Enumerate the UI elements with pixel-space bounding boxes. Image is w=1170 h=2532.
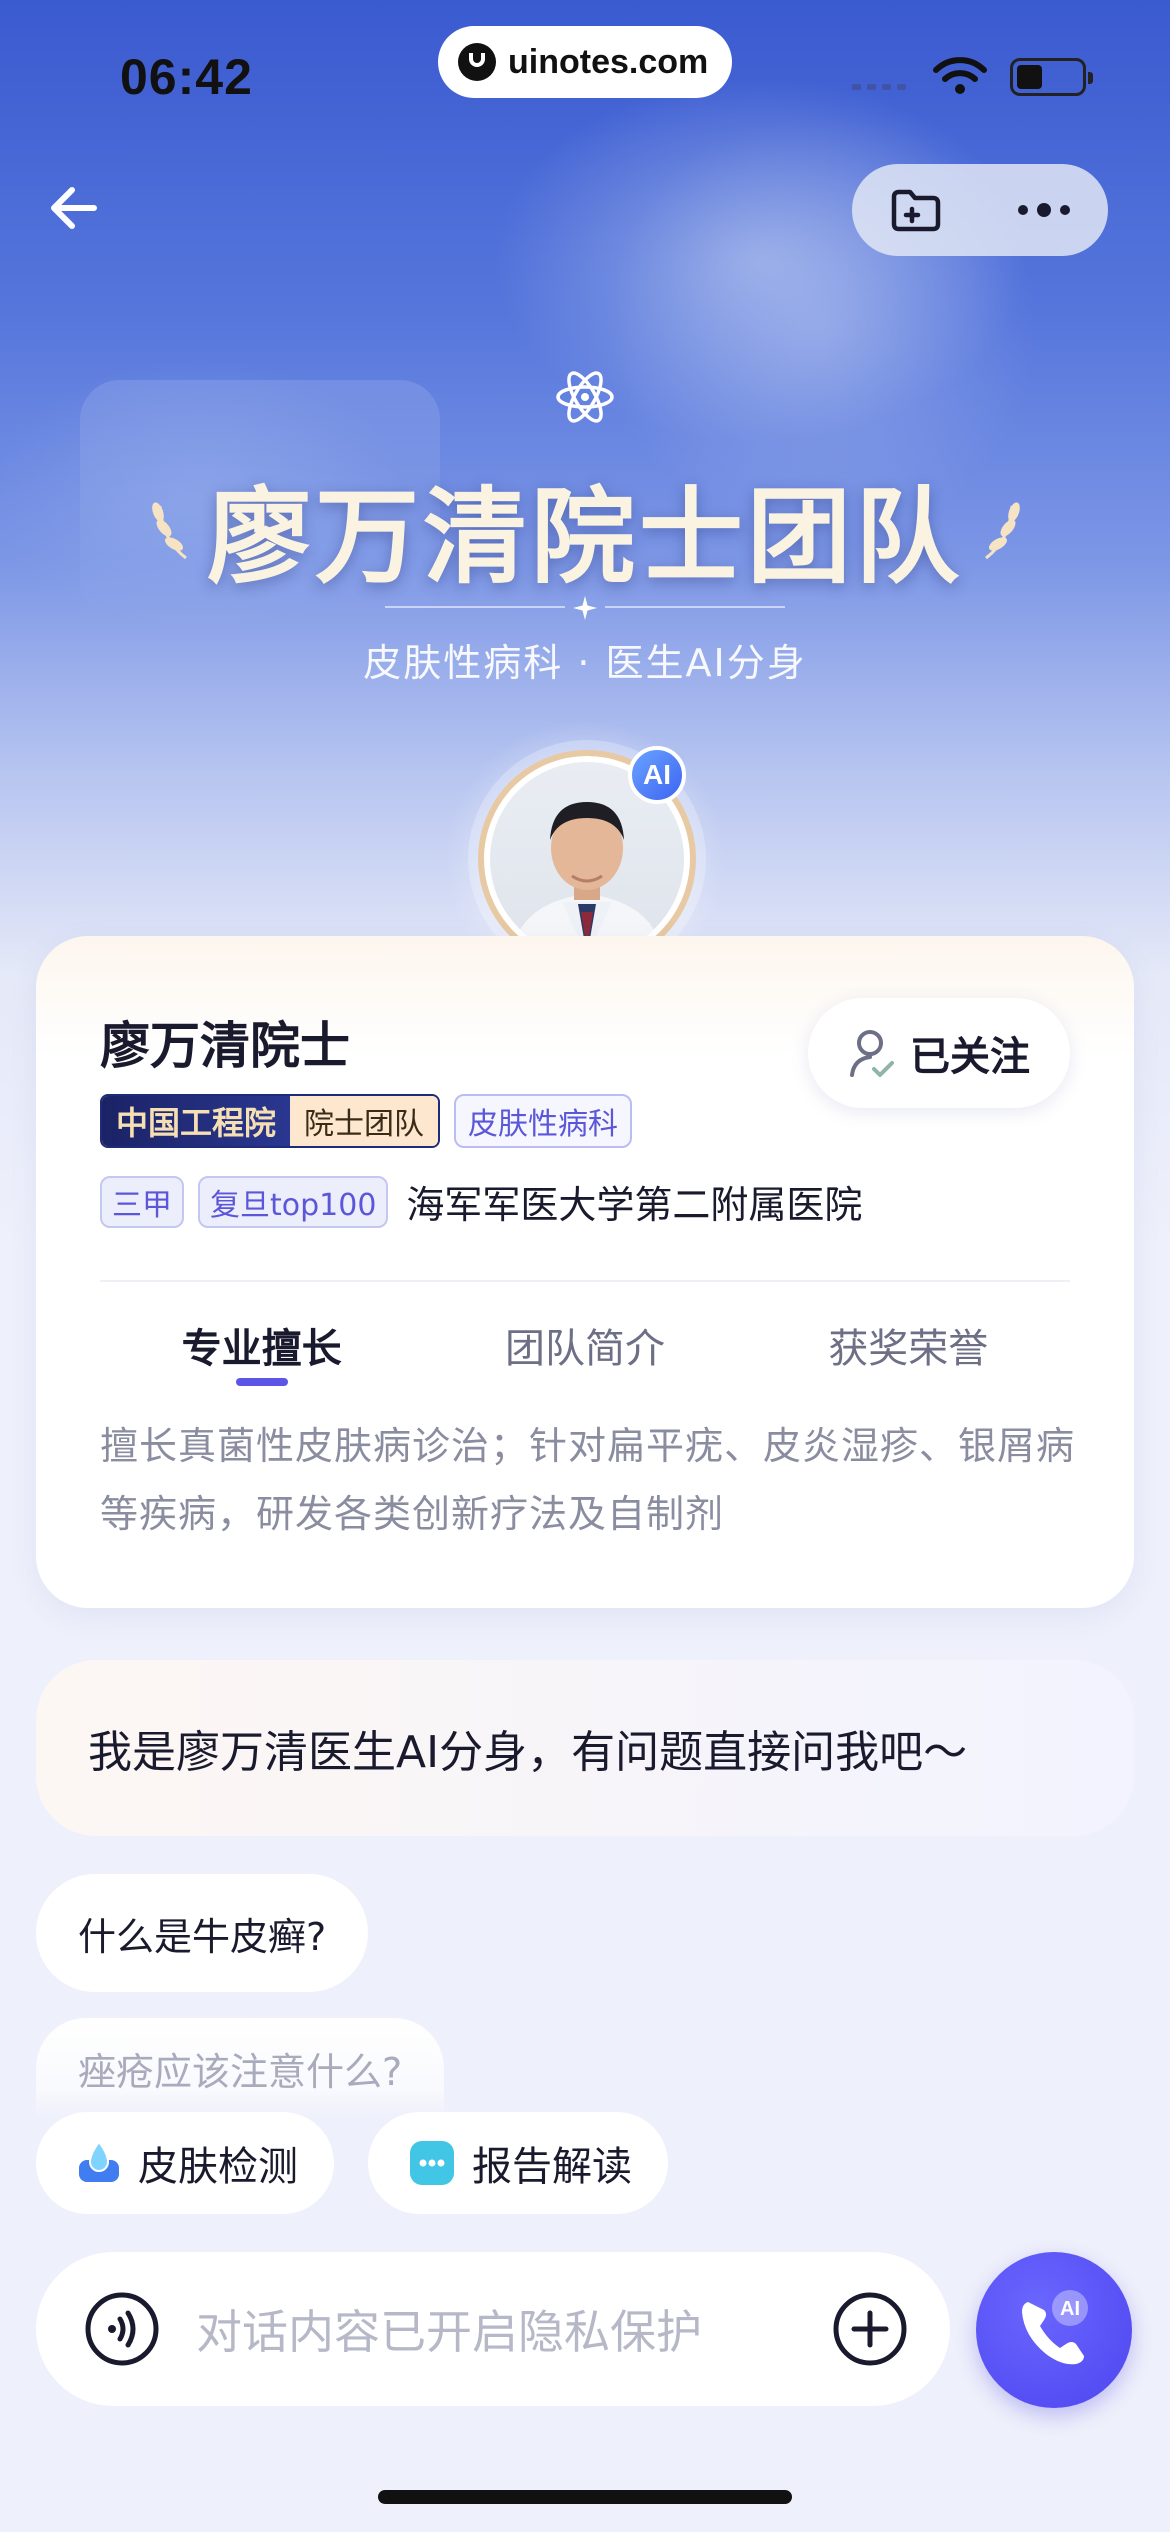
tab-team-intro[interactable]: 团队简介 bbox=[423, 1316, 746, 1406]
call-ai-badge: AI bbox=[1060, 2298, 1080, 2320]
laurel-right-icon bbox=[985, 502, 1020, 560]
ai-badge: AI bbox=[628, 746, 686, 804]
tab-awards[interactable]: 获奖荣誉 bbox=[747, 1316, 1070, 1406]
cellular-signal-icon bbox=[852, 84, 906, 90]
academy-tag: 中国工程院 院士团队 bbox=[100, 1094, 441, 1148]
hero-divider-right bbox=[605, 606, 785, 608]
back-arrow-icon[interactable] bbox=[44, 178, 104, 238]
greeting-text: 我是廖万清医生AI分身，有问题直接问我吧～ bbox=[88, 1727, 968, 1778]
attach-button[interactable] bbox=[830, 2289, 910, 2369]
tab-expertise-label: 专业擅长 bbox=[181, 1326, 342, 1372]
plus-circle-icon bbox=[833, 2292, 907, 2366]
report-chat-icon bbox=[410, 2141, 454, 2185]
ai-call-button[interactable]: AI bbox=[976, 2252, 1132, 2408]
url-pill[interactable]: uinotes.com bbox=[438, 26, 732, 98]
card-divider bbox=[100, 1280, 1070, 1282]
share-folder-button[interactable] bbox=[852, 164, 980, 256]
expertise-description: 擅长真菌性皮肤病诊治；针对扁平疣、皮炎湿疹、银屑病等疾病，研发各类创新疗法及自制… bbox=[100, 1424, 1076, 1536]
voice-wave-icon bbox=[85, 2292, 159, 2366]
status-time: 06:42 bbox=[120, 49, 253, 105]
chat-input-placeholder[interactable]: 对话内容已开启隐私保护 bbox=[196, 2296, 830, 2362]
more-options-button[interactable] bbox=[980, 164, 1108, 256]
hospital-rank-tag: 复旦top100 bbox=[198, 1175, 389, 1228]
more-dots-icon bbox=[1018, 203, 1070, 217]
doctor-profile-card: 廖万清院士 已关注 中国工程院 院士团队 皮肤性病科 三甲 复旦top100 海… bbox=[36, 936, 1134, 1608]
sparkle-icon bbox=[573, 596, 597, 620]
hospital-row: 三甲 复旦top100 海军军医大学第二附属医院 bbox=[100, 1174, 862, 1229]
credential-tags: 中国工程院 院士团队 皮肤性病科 bbox=[100, 1094, 633, 1148]
active-tab-indicator bbox=[235, 1378, 288, 1386]
url-text: uinotes.com bbox=[508, 42, 709, 81]
water-drop-icon bbox=[79, 2140, 119, 2182]
tab-team-intro-label: 团队简介 bbox=[504, 1326, 665, 1372]
skin-check-label: 皮肤检测 bbox=[138, 2144, 298, 2190]
home-indicator bbox=[378, 2490, 792, 2504]
report-reading-label: 报告解读 bbox=[472, 2144, 632, 2190]
academy-tag-label: 中国工程院 bbox=[102, 1096, 291, 1146]
tab-awards-label: 获奖荣誉 bbox=[828, 1326, 989, 1372]
profile-tabs: 专业擅长 团队简介 获奖荣誉 bbox=[100, 1316, 1070, 1406]
phone-ai-icon: AI bbox=[1022, 2290, 1088, 2365]
doctor-name: 廖万清院士 bbox=[100, 1017, 350, 1075]
ai-greeting-bubble: 我是廖万清医生AI分身，有问题直接问我吧～ bbox=[36, 1660, 1134, 1836]
report-reading-button[interactable]: 报告解读 bbox=[368, 2112, 668, 2214]
site-logo-icon bbox=[458, 43, 496, 81]
hospital-name: 海军军医大学第二附属医院 bbox=[406, 1183, 863, 1227]
folder-share-icon bbox=[891, 189, 941, 232]
department-tag: 皮肤性病科 bbox=[454, 1094, 633, 1148]
tab-expertise[interactable]: 专业擅长 bbox=[100, 1316, 423, 1406]
voice-input-button[interactable] bbox=[62, 2269, 182, 2389]
battery-icon bbox=[1010, 58, 1093, 96]
hero-divider-left bbox=[385, 606, 565, 608]
wifi-icon bbox=[933, 57, 987, 94]
hospital-level-tag: 三甲 bbox=[100, 1175, 184, 1228]
mini-program-capsule bbox=[852, 164, 1108, 256]
chat-input-bar: 对话内容已开启隐私保护 bbox=[36, 2252, 950, 2406]
team-tag-label: 院士团队 bbox=[290, 1096, 439, 1146]
skin-check-button[interactable]: 皮肤检测 bbox=[36, 2112, 334, 2214]
hero-subtitle: 皮肤性病科 · 医生AI分身 bbox=[363, 641, 807, 685]
suggested-question[interactable]: 什么是牛皮癣? bbox=[36, 1874, 369, 1992]
user-followed-icon bbox=[850, 1030, 894, 1077]
follow-label: 已关注 bbox=[910, 1034, 1030, 1080]
atom-icon bbox=[556, 371, 614, 423]
follow-button[interactable]: 已关注 bbox=[808, 998, 1070, 1108]
